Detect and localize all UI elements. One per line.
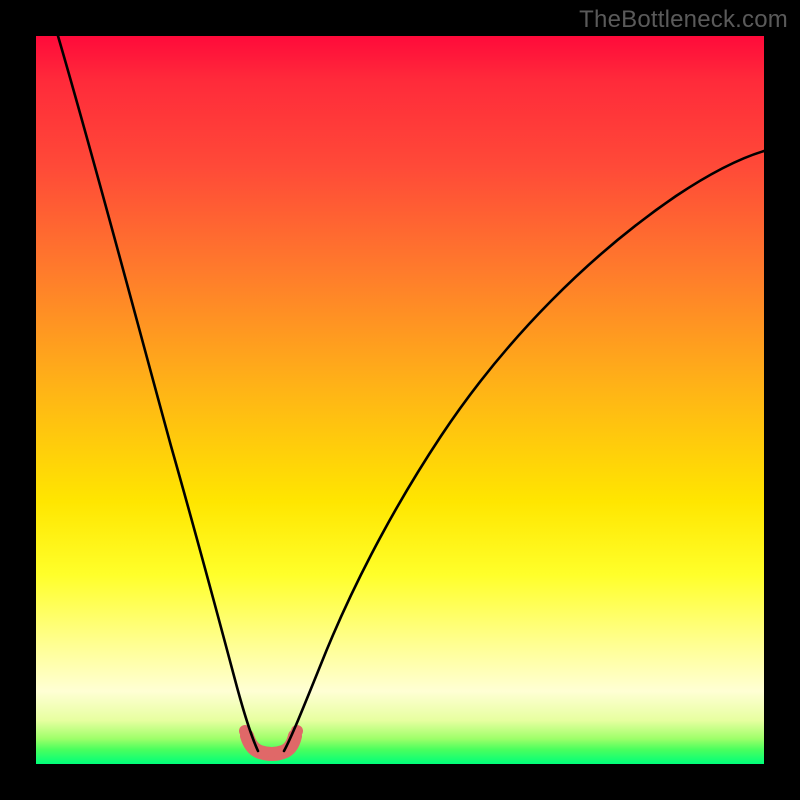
watermark-text: TheBottleneck.com — [579, 6, 788, 34]
plot-area — [36, 36, 764, 764]
highlight-dot — [274, 749, 284, 759]
chart-frame: TheBottleneck.com — [0, 0, 800, 800]
curve-overlay — [36, 36, 764, 764]
curve-right-branch — [284, 151, 764, 751]
highlight-dot — [259, 749, 269, 759]
curve-left-branch — [58, 36, 258, 751]
